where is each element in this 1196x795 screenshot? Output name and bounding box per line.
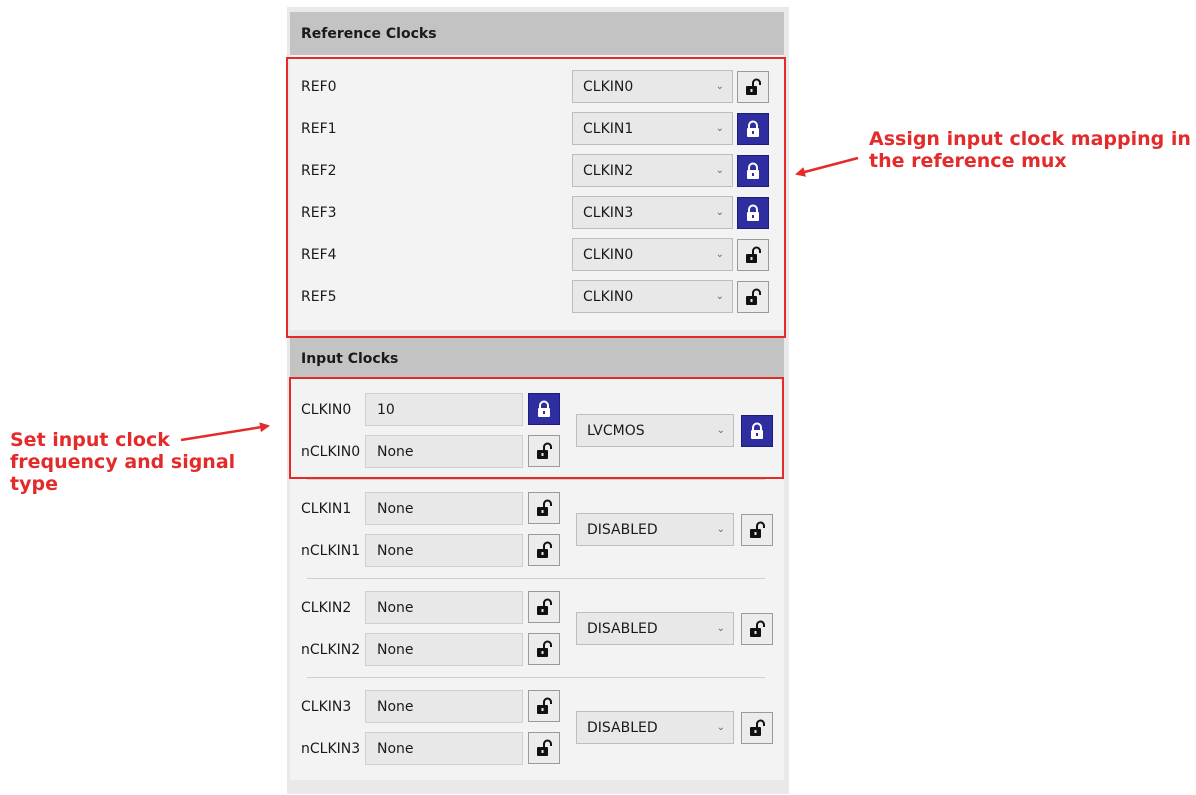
clkin-lock-button[interactable] <box>528 690 560 722</box>
nclkin-label: nCLKIN1 <box>301 543 361 559</box>
nclkin-lock-button[interactable] <box>528 732 560 764</box>
nclkin-frequency-input[interactable]: None <box>365 732 523 765</box>
input-clocks-header: Input Clocks <box>290 338 784 379</box>
annotation-line: Assign input clock mapping in <box>869 128 1191 150</box>
dropdown-value: DISABLED <box>587 719 658 736</box>
clkin-label: CLKIN2 <box>301 600 352 616</box>
lock-open-icon <box>749 620 765 638</box>
clkin-frequency-input[interactable]: None <box>365 591 523 624</box>
signal-type-dropdown[interactable]: DISABLED ⌄ <box>576 612 734 645</box>
input-clocks-title: Input Clocks <box>301 350 399 367</box>
input-clock-annotation: Set input clock frequency and signal typ… <box>10 429 235 495</box>
signal-type-dropdown[interactable]: DISABLED ⌄ <box>576 513 734 546</box>
reference-clocks-header: Reference Clocks <box>290 12 784 55</box>
lock-open-icon <box>536 697 552 715</box>
annotation-line: type <box>10 473 58 495</box>
signal-type-lock-button[interactable] <box>741 514 773 546</box>
reference-mux-annotation: Assign input clock mapping in the refere… <box>869 128 1191 172</box>
reference-mux-highlight <box>286 57 786 338</box>
group-divider <box>307 479 765 480</box>
lock-open-icon <box>749 719 765 737</box>
input-clock-highlight <box>289 377 784 479</box>
group-divider <box>307 578 765 579</box>
lock-open-icon <box>536 598 552 616</box>
reference-mux-arrow <box>795 156 859 177</box>
clkin-lock-button[interactable] <box>528 492 560 524</box>
clkin-frequency-input[interactable]: None <box>365 690 523 723</box>
lock-open-icon <box>536 499 552 517</box>
nclkin-lock-button[interactable] <box>528 633 560 665</box>
signal-type-lock-button[interactable] <box>741 613 773 645</box>
group-divider <box>307 677 765 678</box>
lock-open-icon <box>536 739 552 757</box>
annotation-line: frequency and signal <box>10 451 236 473</box>
annotation-line: the reference mux <box>869 150 1067 172</box>
chevron-down-icon: ⌄ <box>716 523 725 535</box>
clkin-frequency-input[interactable]: None <box>365 492 523 525</box>
dropdown-value: DISABLED <box>587 521 658 538</box>
nclkin-frequency-input[interactable]: None <box>365 633 523 666</box>
clkin-label: CLKIN1 <box>301 501 352 517</box>
lock-open-icon <box>536 541 552 559</box>
annotation-line: Set input clock <box>10 429 170 451</box>
lock-open-icon <box>749 521 765 539</box>
nclkin-frequency-input[interactable]: None <box>365 534 523 567</box>
lock-open-icon <box>536 640 552 658</box>
clkin-label: CLKIN3 <box>301 699 352 715</box>
chevron-down-icon: ⌄ <box>716 622 725 634</box>
signal-type-lock-button[interactable] <box>741 712 773 744</box>
signal-type-dropdown[interactable]: DISABLED ⌄ <box>576 711 734 744</box>
dropdown-value: DISABLED <box>587 620 658 637</box>
nclkin-label: nCLKIN2 <box>301 642 361 658</box>
clkin-lock-button[interactable] <box>528 591 560 623</box>
chevron-down-icon: ⌄ <box>716 721 725 733</box>
nclkin-label: nCLKIN3 <box>301 741 361 757</box>
reference-clocks-title: Reference Clocks <box>301 25 437 42</box>
nclkin-lock-button[interactable] <box>528 534 560 566</box>
